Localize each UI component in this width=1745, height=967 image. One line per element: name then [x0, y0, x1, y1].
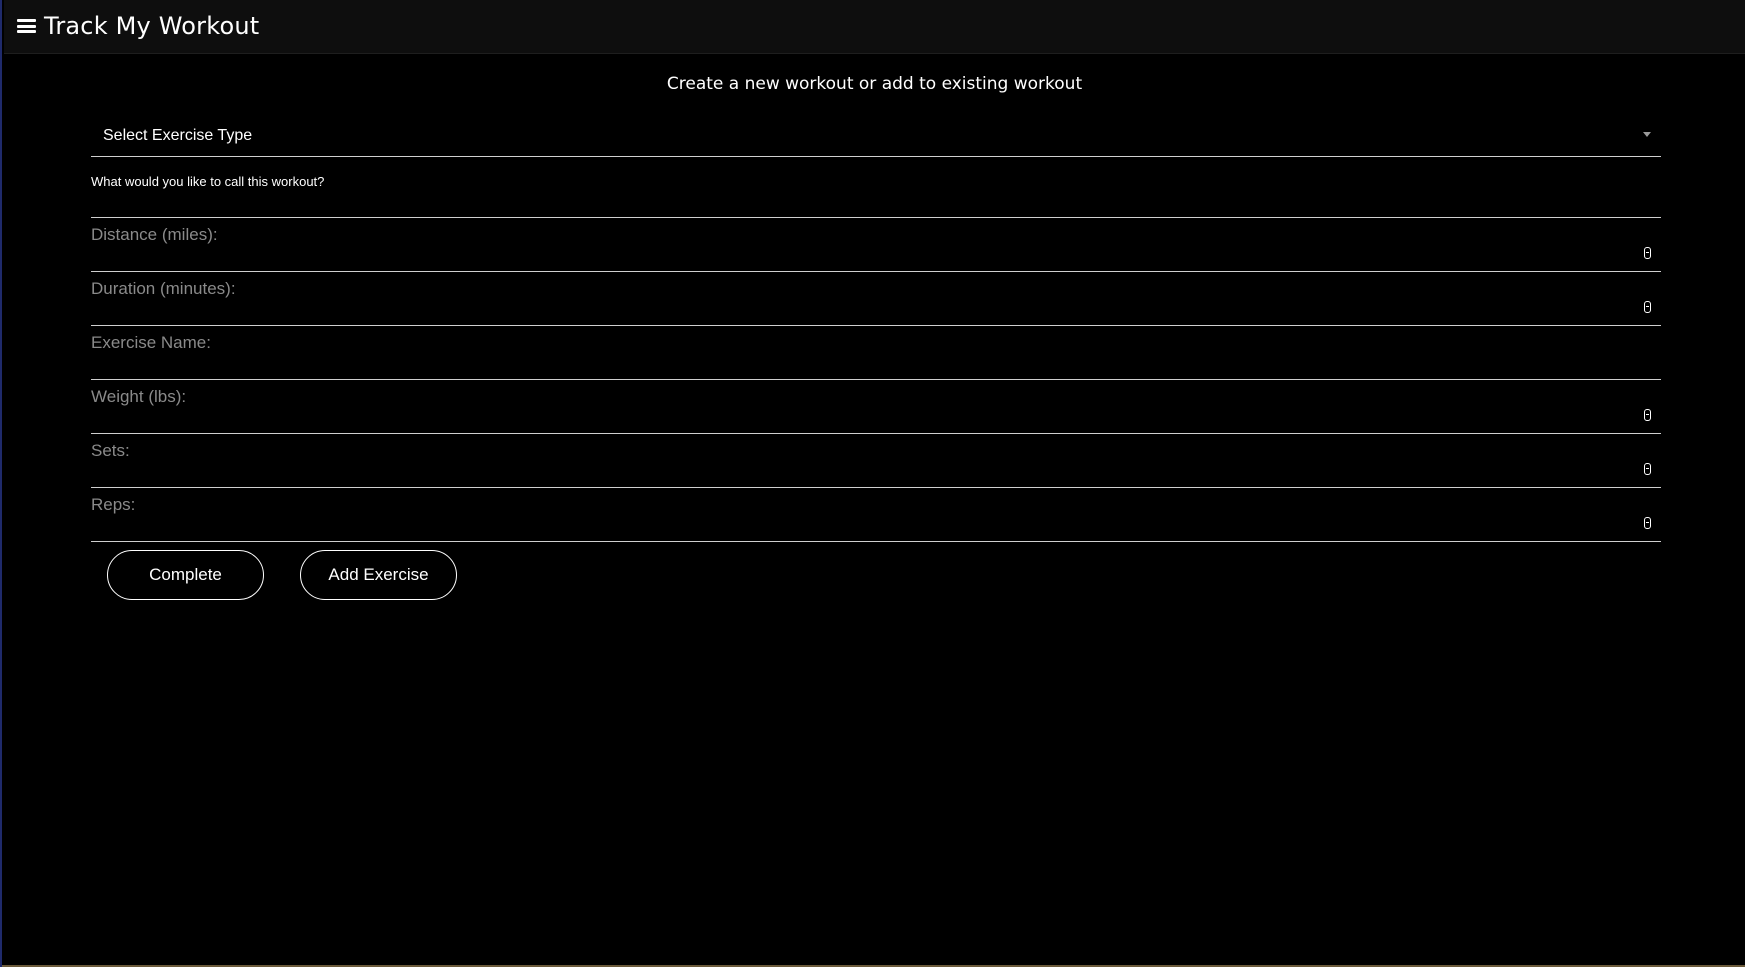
- hamburger-line: [17, 24, 36, 28]
- number-spinner-icon[interactable]: [1644, 463, 1651, 475]
- distance-input[interactable]: [91, 218, 1661, 271]
- workout-name-input[interactable]: [91, 190, 1661, 218]
- caret-down-icon: [1643, 132, 1651, 137]
- app-window: Track My Workout Create a new workout or…: [0, 0, 1745, 967]
- duration-field: [91, 272, 1661, 326]
- number-spinner-icon[interactable]: [1644, 517, 1651, 529]
- reps-field: [91, 488, 1661, 542]
- duration-input[interactable]: [91, 272, 1661, 325]
- distance-field: [91, 218, 1661, 272]
- exercise-type-select-value: Select Exercise Type: [103, 127, 253, 144]
- workout-form: Select Exercise Type What would you like…: [91, 0, 1661, 967]
- weight-field: [91, 380, 1661, 434]
- complete-button[interactable]: Complete: [107, 550, 264, 600]
- exercise-name-input[interactable]: [91, 326, 1661, 379]
- exercise-type-select[interactable]: Select Exercise Type: [91, 118, 1661, 157]
- number-spinner-icon[interactable]: [1644, 409, 1651, 421]
- weight-input[interactable]: [91, 380, 1661, 433]
- reps-input[interactable]: [91, 488, 1661, 541]
- hamburger-menu-icon[interactable]: [17, 19, 36, 33]
- number-spinner-icon[interactable]: [1644, 247, 1651, 259]
- number-spinner-icon[interactable]: [1644, 301, 1651, 313]
- sets-input[interactable]: [91, 434, 1661, 487]
- add-exercise-button[interactable]: Add Exercise: [300, 550, 457, 600]
- hamburger-line: [17, 30, 36, 33]
- exercise-name-field: [91, 326, 1661, 380]
- hamburger-line: [17, 19, 36, 22]
- sets-field: [91, 434, 1661, 488]
- workout-name-label: What would you like to call this workout…: [91, 174, 325, 189]
